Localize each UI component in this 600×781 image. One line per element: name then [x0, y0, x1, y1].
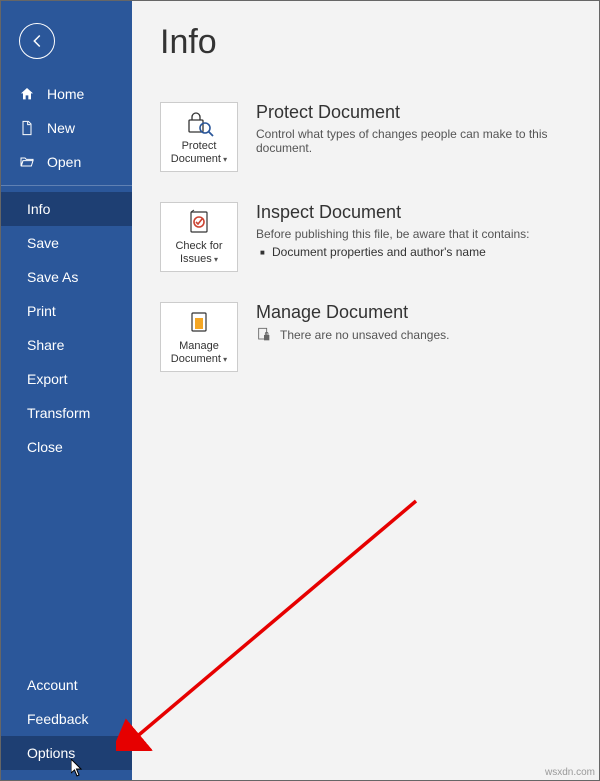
check-issues-tile[interactable]: Check for Issues: [160, 202, 238, 272]
manage-message: There are no unsaved changes.: [280, 328, 449, 342]
back-button[interactable]: [19, 23, 55, 59]
section-title: Protect Document: [256, 102, 571, 123]
sidebar-item-account[interactable]: Account: [1, 668, 132, 702]
sidebar-item-label: Save: [27, 235, 59, 251]
sidebar-item-label: Account: [27, 677, 78, 693]
sidebar-item-label: Save As: [27, 269, 78, 285]
manage-document-tile[interactable]: Manage Document: [160, 302, 238, 372]
sidebar-item-transform[interactable]: Transform: [1, 396, 132, 430]
tile-label: Manage Document: [165, 340, 233, 366]
page-title: Info: [160, 23, 571, 62]
document-icon: [19, 120, 35, 136]
sidebar-item-label: Print: [27, 303, 56, 319]
sidebar-item-home[interactable]: Home: [1, 77, 132, 111]
sidebar-item-print[interactable]: Print: [1, 294, 132, 328]
section-title: Inspect Document: [256, 202, 571, 223]
sidebar-item-save-as[interactable]: Save As: [1, 260, 132, 294]
sidebar-item-new[interactable]: New: [1, 111, 132, 145]
sidebar-item-share[interactable]: Share: [1, 328, 132, 362]
sidebar-item-label: New: [47, 120, 75, 136]
watermark: wsxdn.com: [545, 767, 595, 778]
folder-open-icon: [19, 154, 35, 170]
arrow-left-icon: [28, 32, 46, 50]
manage-document-icon: [184, 308, 214, 338]
sidebar-item-label: Feedback: [27, 711, 88, 727]
section-desc: Before publishing this file, be aware th…: [256, 227, 571, 241]
lock-search-icon: [184, 108, 214, 138]
issue-item: Document properties and author's name: [260, 245, 571, 259]
document-lock-icon: [256, 327, 272, 343]
sidebar-item-label: Close: [27, 439, 63, 455]
sidebar-item-label: Transform: [27, 405, 90, 421]
sidebar-item-export[interactable]: Export: [1, 362, 132, 396]
sidebar-item-save[interactable]: Save: [1, 226, 132, 260]
tile-label: Check for Issues: [165, 240, 233, 266]
section-desc: Control what types of changes people can…: [256, 127, 571, 155]
sidebar-item-label: Options: [27, 745, 75, 761]
sidebar-item-label: Export: [27, 371, 67, 387]
sidebar-item-label: Open: [47, 154, 81, 170]
protect-document-tile[interactable]: Protect Document: [160, 102, 238, 172]
sidebar-item-feedback[interactable]: Feedback: [1, 702, 132, 736]
sidebar-item-close[interactable]: Close: [1, 430, 132, 464]
sidebar-item-label: Share: [27, 337, 64, 353]
inspect-document-icon: [184, 208, 214, 238]
issue-list: Document properties and author's name: [256, 245, 571, 259]
sidebar-item-options[interactable]: Options: [1, 736, 132, 770]
section-title: Manage Document: [256, 302, 571, 323]
divider: [1, 185, 132, 186]
tile-label: Protect Document: [165, 140, 233, 166]
home-icon: [19, 86, 35, 102]
sidebar-item-label: Info: [27, 201, 50, 217]
sidebar-item-info[interactable]: Info: [1, 192, 132, 226]
sidebar-item-label: Home: [47, 86, 84, 102]
sidebar-item-open[interactable]: Open: [1, 145, 132, 179]
